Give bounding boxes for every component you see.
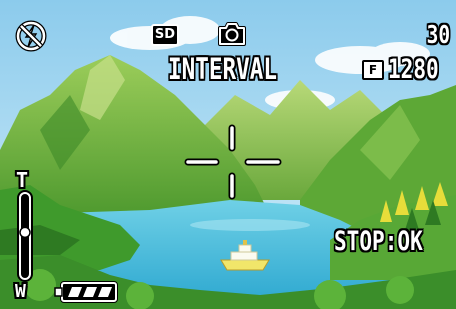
image-size: 1280 [388,54,439,85]
zoom-tele-label: T [16,168,29,192]
zoom-indicator [19,226,31,239]
zoom-bar: T W [12,170,38,302]
focus-crosshair [184,124,282,200]
stop-instruction: STOP:OK [334,226,423,257]
battery-icon [54,281,118,303]
zoom-track [17,190,33,282]
flash-off-icon [15,20,47,52]
quality-badge: F [362,60,384,80]
mode-label: INTERVAL [168,52,277,86]
media-sd-badge: SD [151,24,179,46]
zoom-wide-label: W [15,281,26,302]
camera-lcd-screen: SD 30 INTERVAL F 1280 T W STOP:OK [0,0,456,309]
shots-remaining: 30 [426,20,450,49]
camera-icon [218,22,246,46]
